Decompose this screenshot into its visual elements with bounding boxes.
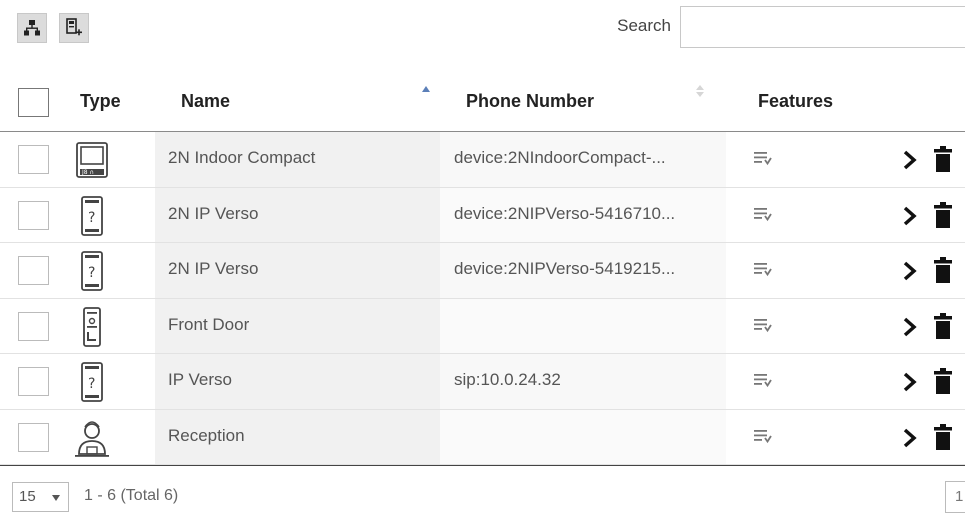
features-icon[interactable] (754, 318, 772, 334)
chevron-right-icon[interactable] (903, 261, 917, 281)
features-icon[interactable] (754, 373, 772, 389)
column-header-features: Features (758, 91, 834, 111)
features-icon[interactable] (754, 151, 772, 167)
features-icon[interactable] (754, 262, 772, 278)
table-row: ? IP Verso sip:10.0.24.32 (0, 354, 965, 410)
features-icon[interactable] (754, 207, 772, 223)
svg-text:?: ? (88, 210, 95, 226)
device-name: 2N Indoor Compact (168, 148, 316, 167)
table-body: J8 ∩ 2N Indoor Compact device:2NIndoorCo… (0, 132, 965, 465)
table-row: ? 2N IP Verso device:2NIPVerso-5416710..… (0, 187, 965, 243)
ip-verso-icon: ? (72, 194, 112, 238)
trash-icon[interactable] (934, 201, 952, 228)
chevron-right-icon[interactable] (903, 372, 917, 392)
device-phone: sip:10.0.24.32 (454, 370, 561, 389)
search-label: Search (617, 16, 671, 35)
svg-text:?: ? (88, 265, 95, 281)
trash-icon[interactable] (934, 368, 952, 394)
row-checkbox[interactable] (18, 422, 49, 452)
row-checkbox[interactable] (18, 256, 49, 285)
column-header-name[interactable]: Name (181, 91, 230, 112)
receptionist-icon (72, 416, 112, 460)
svg-text:J8 ∩: J8 ∩ (81, 169, 94, 176)
table-header: Type Name Phone Number Features (0, 72, 965, 132)
table-row: Reception (0, 409, 965, 465)
trash-icon[interactable] (934, 146, 952, 172)
page-range-text: 1 - 6 (Total 6) (84, 487, 179, 504)
trash-icon[interactable] (934, 312, 952, 339)
trash-icon[interactable] (934, 257, 952, 283)
device-name: Reception (168, 425, 245, 445)
table-row: Front Door (0, 298, 965, 354)
pagination-bar: 15 1 - 6 (Total 6) 1 (0, 465, 965, 516)
device-phone: device:2NIndoorCompact-... (454, 148, 666, 167)
device-name: Front Door (168, 314, 250, 334)
devices-table: Type Name Phone Number Features J8 ∩ 2N … (0, 72, 965, 465)
search-input[interactable] (680, 6, 965, 48)
row-checkbox[interactable] (18, 311, 49, 341)
tree-view-button[interactable] (17, 13, 47, 43)
page-button[interactable]: 1 (945, 481, 965, 513)
select-all-checkbox[interactable] (18, 88, 49, 117)
table-row: J8 ∩ 2N Indoor Compact device:2NIndoorCo… (0, 132, 965, 188)
ip-verso-icon: ? (72, 249, 112, 293)
row-checkbox[interactable] (18, 200, 49, 230)
device-name: IP Verso (168, 370, 232, 389)
device-name: 2N IP Verso (168, 203, 259, 223)
sort-both-icon[interactable] (696, 85, 704, 97)
add-device-button[interactable] (59, 13, 89, 43)
chevron-right-icon[interactable] (903, 317, 917, 337)
page-size-select[interactable]: 15 (12, 482, 69, 512)
chevron-right-icon[interactable] (903, 150, 917, 170)
indoor-compact-icon: J8 ∩ (72, 138, 112, 182)
table-row: ? 2N IP Verso device:2NIPVerso-5419215..… (0, 243, 965, 299)
ip-verso-icon: ? (72, 360, 112, 404)
device-name: 2N IP Verso (168, 259, 259, 278)
tree-hierarchy-icon (24, 20, 40, 36)
sort-ascending-icon[interactable] (422, 86, 430, 92)
column-header-phone-number[interactable]: Phone Number (466, 91, 594, 112)
device-phone: device:2NIPVerso-5416710... (454, 203, 676, 223)
add-device-icon (66, 18, 82, 36)
features-icon[interactable] (754, 429, 772, 445)
trash-icon[interactable] (934, 423, 952, 450)
chevron-right-icon[interactable] (903, 206, 917, 226)
door-station-icon (72, 305, 112, 349)
page-size-value: 15 (19, 488, 36, 505)
device-phone: device:2NIPVerso-5419215... (454, 259, 676, 278)
caret-down-icon (52, 495, 60, 501)
svg-text:?: ? (88, 376, 95, 392)
row-checkbox[interactable] (18, 367, 49, 396)
row-checkbox[interactable] (18, 145, 49, 174)
chevron-right-icon[interactable] (903, 428, 917, 448)
column-header-type: Type (80, 91, 121, 111)
